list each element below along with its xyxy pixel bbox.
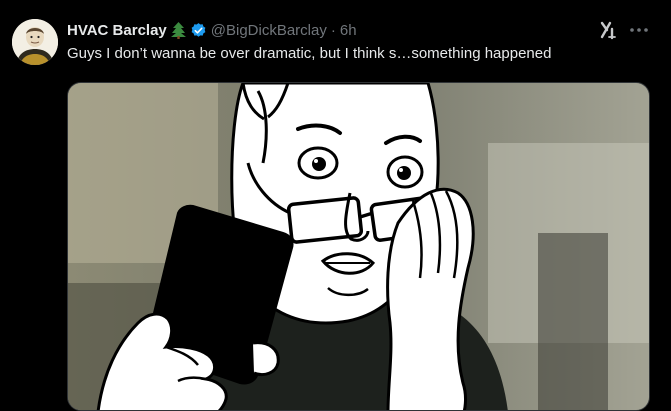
tree-emoji-icon (170, 21, 186, 39)
display-name[interactable]: HVAC Barclay (67, 22, 167, 39)
verified-badge-icon[interactable] (190, 22, 207, 39)
tweet-media-image[interactable] (67, 82, 650, 411)
tweet-time[interactable]: 6h (340, 22, 357, 39)
more-options-icon[interactable] (626, 19, 652, 41)
user-handle[interactable]: @BigDickBarclay (211, 22, 327, 39)
tweet-text: Guys I don’t wanna be over dramatic, but… (67, 45, 552, 62)
avatar[interactable] (12, 19, 58, 65)
wojak-glasses-phone-illustration (68, 83, 649, 410)
tweet-card[interactable]: HVAC Barclay @BigDickBarclay · 6h Guys I… (0, 0, 671, 411)
tweet-header: HVAC Barclay @BigDickBarclay · 6h (67, 19, 357, 41)
grok-icon[interactable] (598, 19, 620, 41)
separator-dot: · (330, 21, 336, 39)
